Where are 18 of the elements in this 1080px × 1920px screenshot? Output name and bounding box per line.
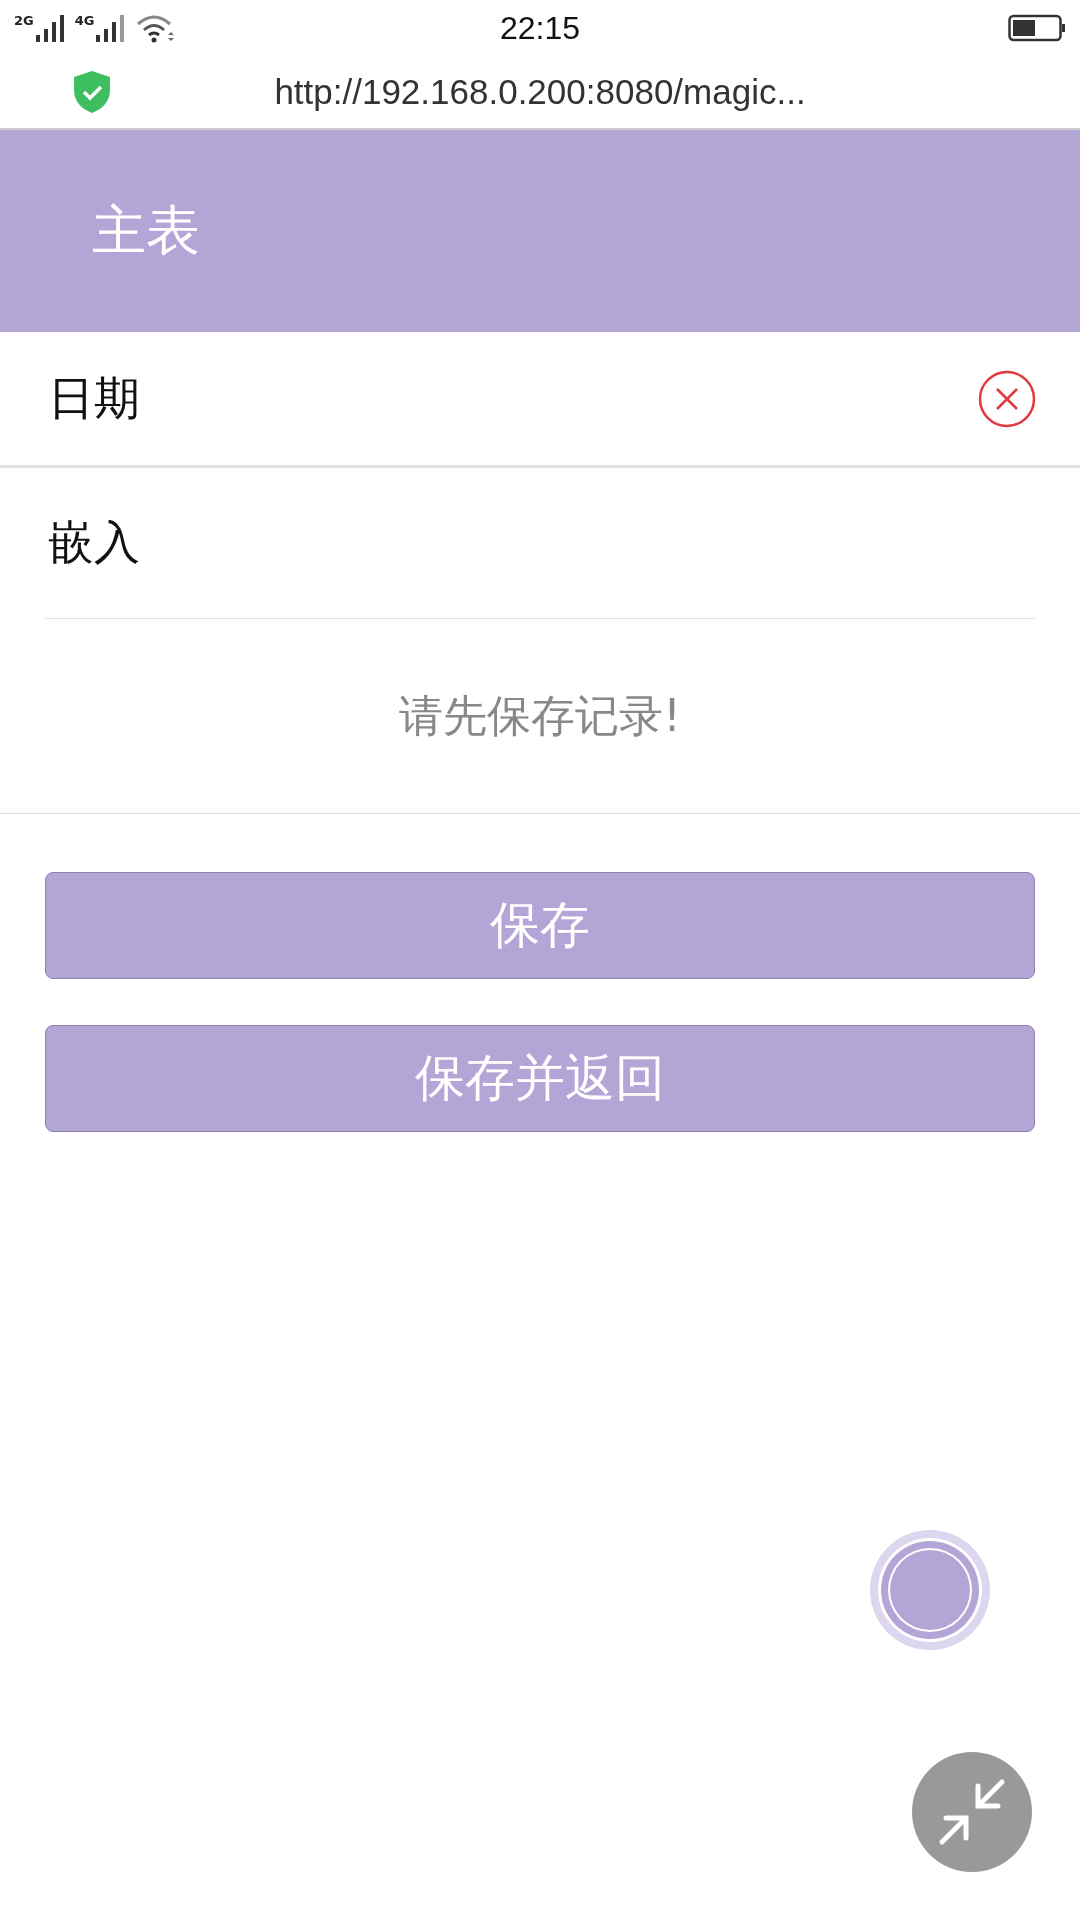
signal-icon [95,13,126,43]
signal-icon [34,13,65,43]
notice-text: 请先保存记录! [399,688,681,743]
wifi-icon [135,13,176,43]
save-button[interactable]: 保存 [45,872,1035,979]
clear-icon[interactable] [978,369,1036,428]
shield-check-icon [72,70,112,114]
field-label: 日期 [48,369,140,427]
field-label: 嵌入 [48,514,140,571]
floating-ball-icon[interactable] [869,1529,991,1651]
clock-time: 22:15 [499,9,581,47]
battery-icon [1008,14,1066,42]
save-button[interactable]: 保存并返回 [45,1025,1035,1132]
network-label: 2G [14,13,34,28]
url-text[interactable]: http://192.168.0.200:8080/magic... [274,72,806,112]
page-title: 主表 [92,197,200,264]
network-label: 4G [74,13,95,28]
collapse-icon[interactable] [912,1752,1032,1872]
